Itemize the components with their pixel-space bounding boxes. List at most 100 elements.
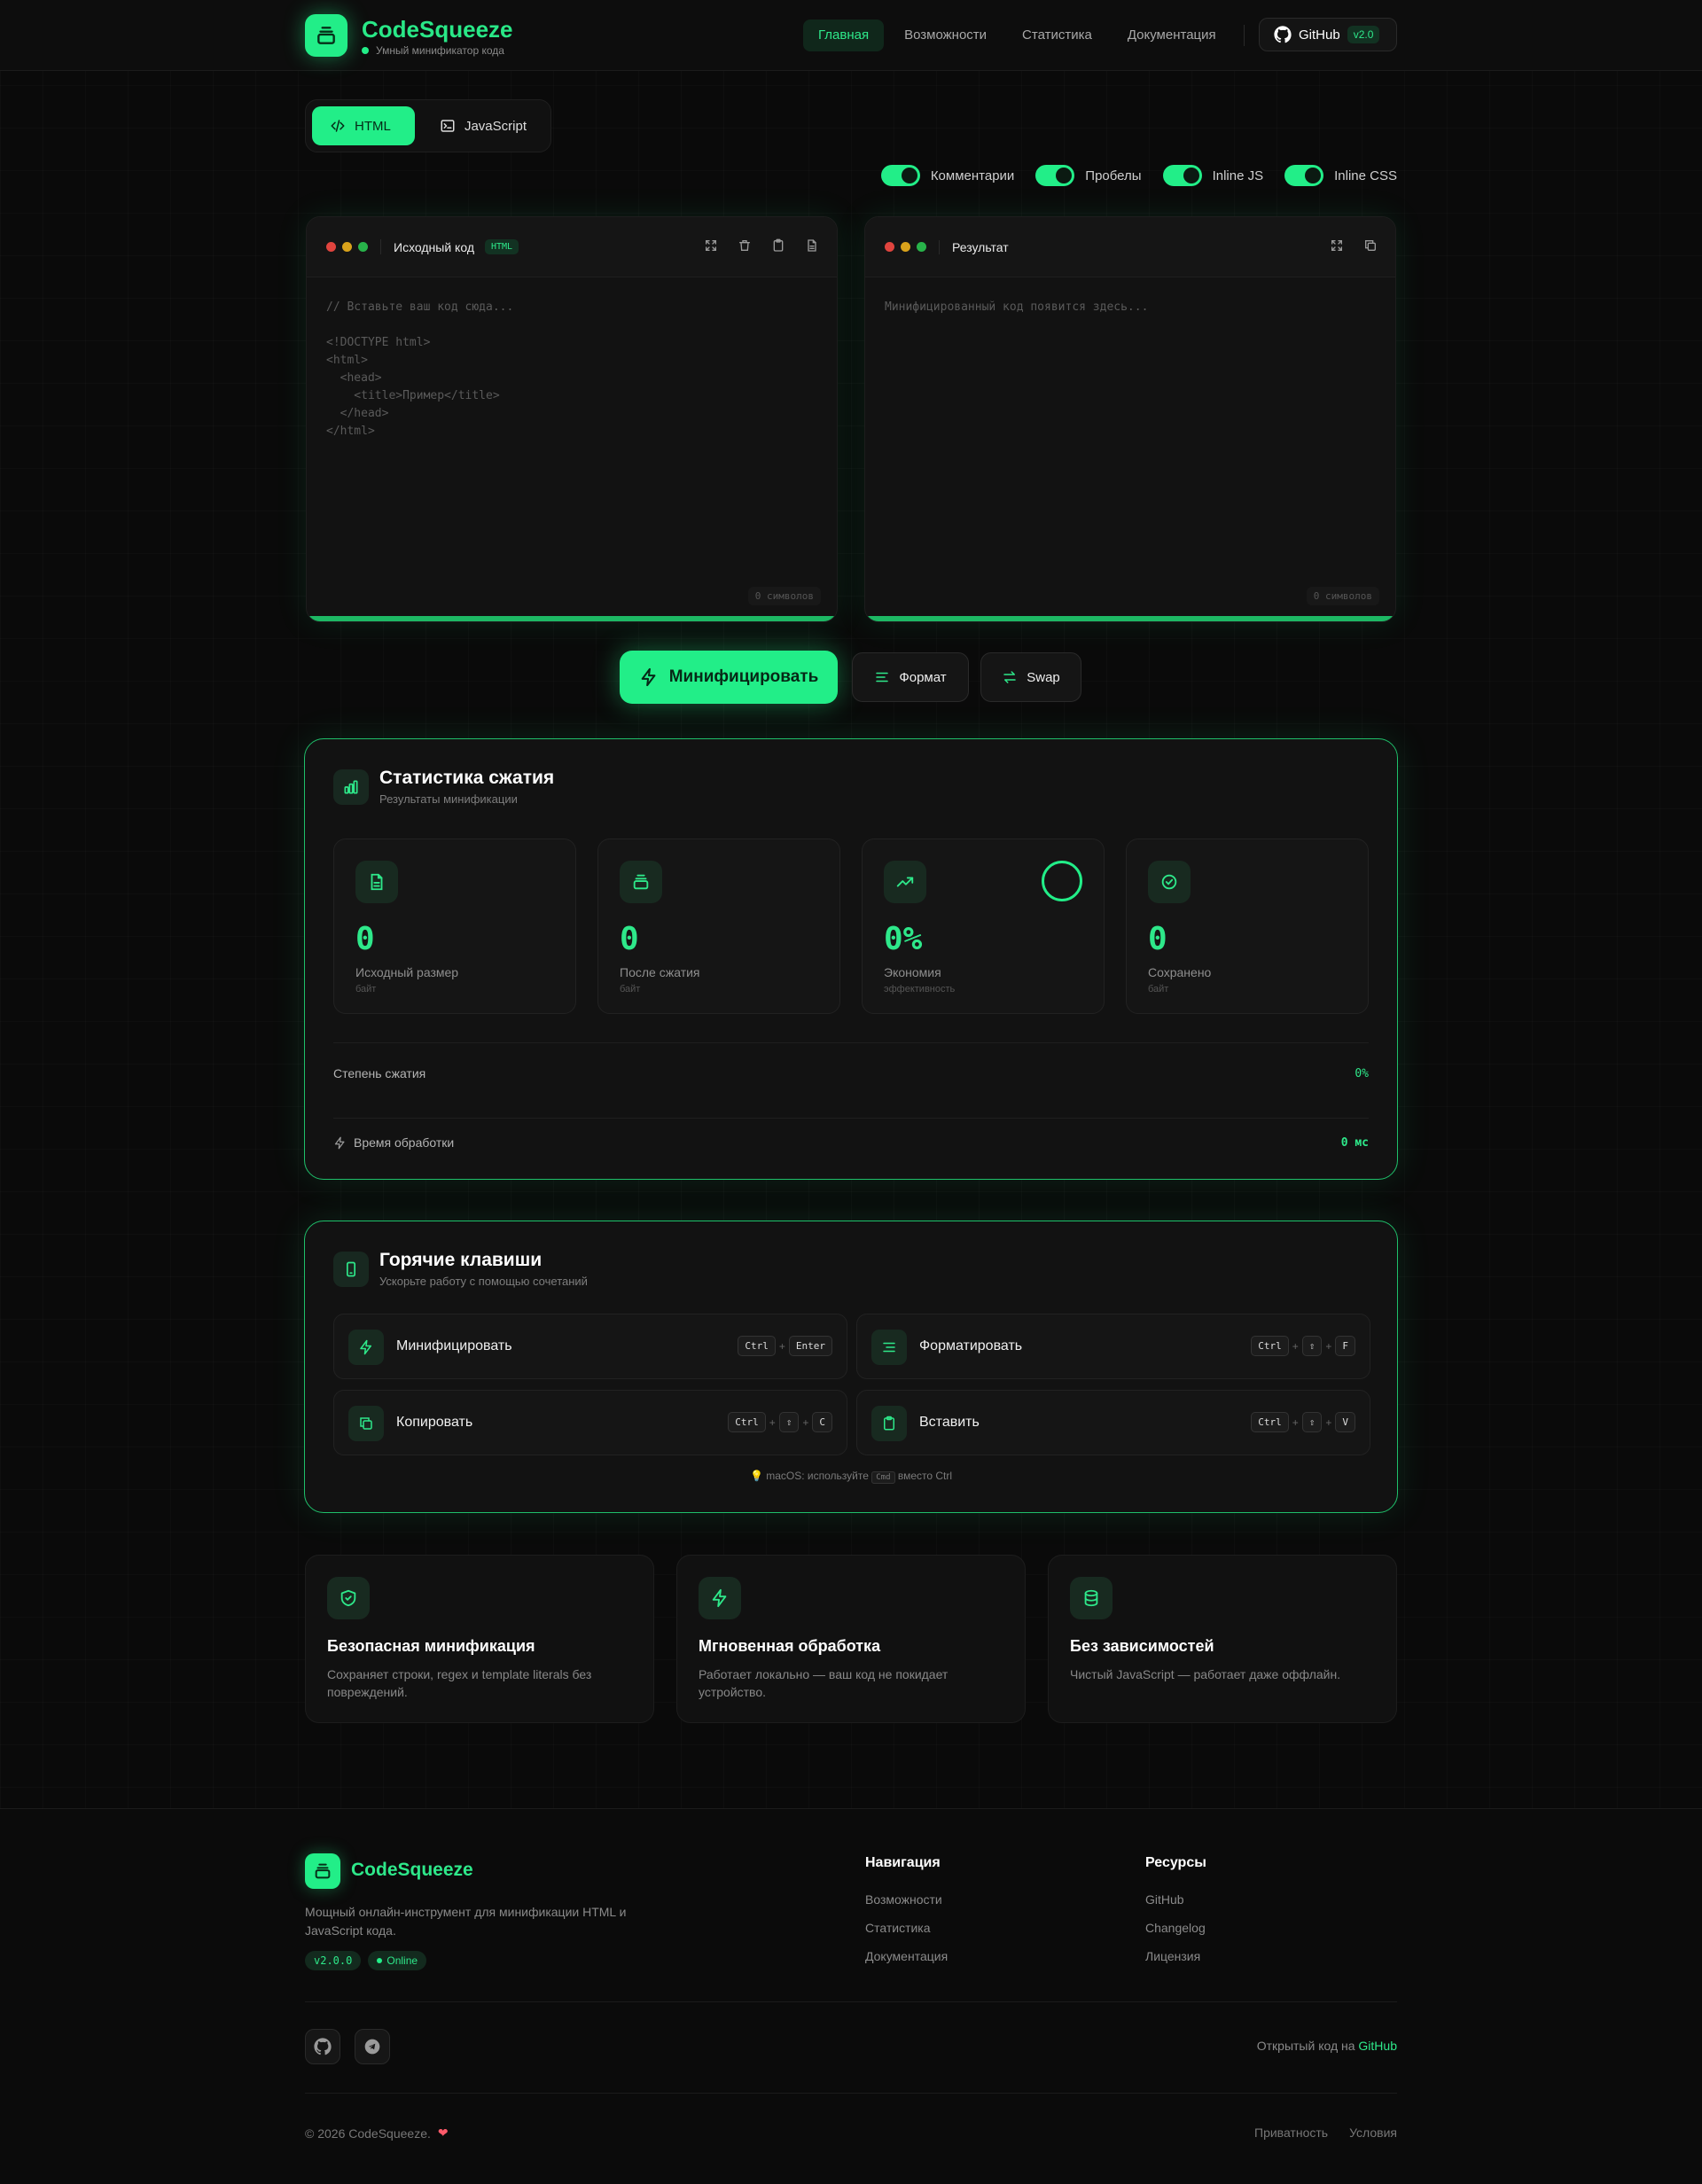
swap-button[interactable]: Swap <box>980 652 1081 702</box>
status-dot <box>362 47 369 54</box>
toggle-inline-css[interactable]: Inline CSS <box>1284 165 1397 186</box>
github-social-button[interactable] <box>305 2029 340 2064</box>
minify-button[interactable]: Минифицировать <box>620 651 838 704</box>
main-nav: Главная Возможности Статистика Документа… <box>803 20 1231 51</box>
key: Ctrl <box>1251 1336 1289 1356</box>
logo-icon[interactable] <box>305 14 347 57</box>
compress-icon <box>620 861 662 903</box>
stats-panel: Статистика сжатия Результаты минификации… <box>304 738 1398 1180</box>
key-combo: Ctrl + ⇧ + V <box>1251 1412 1355 1432</box>
footer-link-docs[interactable]: Документация <box>865 1949 948 1963</box>
code-icon <box>331 120 345 132</box>
nav-home[interactable]: Главная <box>803 20 885 51</box>
key: V <box>1335 1412 1355 1432</box>
stat-card-saved: 0 Сохранено байт <box>1126 838 1369 1014</box>
toggle-inline-css-label: Inline CSS <box>1334 168 1397 183</box>
footer-link-stats[interactable]: Статистика <box>865 1921 931 1935</box>
stat-label: Исходный размер <box>355 965 459 979</box>
hotkeys-subtitle: Ускорьте работу с помощью сочетаний <box>379 1275 588 1288</box>
window-dots <box>885 242 926 252</box>
open-source-link[interactable]: GitHub <box>1358 2039 1397 2053</box>
input-char-count: 0 символов <box>747 587 821 605</box>
key-combo: Ctrl + Enter <box>738 1336 832 1356</box>
clipboard-icon[interactable] <box>771 238 785 253</box>
output-editor-title: Результат <box>939 239 1009 254</box>
footer-divider <box>305 2001 1397 2002</box>
toggle-inline-js[interactable]: Inline JS <box>1162 165 1264 186</box>
copyright: © 2026 CodeSqueeze. ❤ <box>305 2126 449 2141</box>
hotkey-label: Копировать <box>396 1415 473 1430</box>
comments-switch[interactable] <box>880 165 920 186</box>
progress-ring <box>1042 861 1082 901</box>
footer-status-badge: Online <box>368 1951 427 1970</box>
trash-icon[interactable] <box>738 238 752 253</box>
status-dot <box>377 1958 383 1963</box>
stat-value: 0 <box>1148 921 1167 957</box>
key: ⇧ <box>1301 1336 1323 1356</box>
whitespace-switch[interactable] <box>1035 165 1075 186</box>
file-icon[interactable] <box>805 238 819 253</box>
language-tabs: HTML JavaScript <box>305 99 551 152</box>
footer-badges: v2.0.0 Online <box>305 1951 427 1970</box>
top-header: CodeSqueeze Умный минификатор кода Главн… <box>0 0 1702 71</box>
copyright-text: © 2026 CodeSqueeze. <box>305 2126 431 2141</box>
footer-link-changelog[interactable]: Changelog <box>1145 1921 1206 1935</box>
key: Ctrl <box>728 1412 766 1432</box>
toggle-whitespace-label: Пробелы <box>1085 168 1142 183</box>
stat-label: Экономия <box>884 965 941 979</box>
toggle-inline-js-label: Inline JS <box>1212 168 1264 183</box>
footer-link-license[interactable]: Лицензия <box>1145 1949 1200 1963</box>
feature-card-no-deps: Без зависимостей Чистый JavaScript — раб… <box>1048 1555 1397 1723</box>
nav-stats[interactable]: Статистика <box>1007 20 1107 51</box>
align-icon <box>876 672 889 682</box>
input-code-area[interactable]: // Вставьте ваш код сюда... <!DOCTYPE ht… <box>307 277 837 462</box>
github-icon <box>314 2038 332 2055</box>
copy-icon[interactable] <box>1363 238 1378 253</box>
heart-icon: ❤ <box>437 2126 449 2140</box>
processing-time-value: 0 мс <box>1340 1136 1369 1150</box>
lightning-icon <box>699 1577 741 1619</box>
terms-link[interactable]: Условия <box>1349 2126 1397 2140</box>
feature-desc: Сохраняет строки, regex и template liter… <box>327 1667 592 1699</box>
stat-unit: эффективность <box>884 984 956 994</box>
input-editor-title: Исходный код HTML <box>380 239 519 254</box>
inline-js-switch[interactable] <box>1162 165 1202 186</box>
output-code-area[interactable]: Минифицированный код появится здесь... <box>865 277 1395 338</box>
check-circle-icon <box>1148 861 1191 903</box>
input-title-text: Исходный код <box>394 239 474 254</box>
toggle-comments-label: Комментарии <box>930 168 1015 183</box>
telegram-icon <box>364 2039 380 2055</box>
output-char-count: 0 символов <box>1306 587 1379 605</box>
window-dots <box>326 242 368 252</box>
input-editor-header: Исходный код HTML <box>307 217 837 277</box>
tab-html[interactable]: HTML <box>312 106 415 145</box>
format-button[interactable]: Формат <box>852 652 969 702</box>
tab-javascript[interactable]: JavaScript <box>422 106 544 145</box>
footer-version-badge: v2.0.0 <box>305 1951 362 1970</box>
expand-icon[interactable] <box>1330 238 1344 253</box>
footer-link-github[interactable]: GitHub <box>1145 1892 1184 1907</box>
inline-css-switch[interactable] <box>1284 165 1324 186</box>
footer-nav-title: Навигация <box>865 1855 941 1870</box>
footer-brand[interactable]: CodeSqueeze <box>351 1860 473 1881</box>
key-combo: Ctrl + ⇧ + F <box>1251 1336 1355 1356</box>
nav-docs[interactable]: Документация <box>1113 20 1231 51</box>
telegram-social-button[interactable] <box>355 2029 390 2064</box>
toggle-whitespace[interactable]: Пробелы <box>1035 165 1142 186</box>
brand-name[interactable]: CodeSqueeze <box>362 16 513 43</box>
language-badge: HTML <box>485 239 519 254</box>
github-button[interactable]: GitHub v2.0 <box>1259 18 1397 51</box>
hotkey-label: Форматировать <box>919 1338 1023 1353</box>
tagline: Умный минификатор кода <box>362 44 504 57</box>
privacy-link[interactable]: Приватность <box>1254 2126 1328 2140</box>
nav-features[interactable]: Возможности <box>889 20 1002 51</box>
toggle-comments[interactable]: Комментарии <box>880 165 1015 186</box>
hotkey-format: Форматировать Ctrl + ⇧ + F <box>856 1314 1370 1379</box>
expand-icon[interactable] <box>704 238 718 253</box>
key: Enter <box>788 1336 832 1356</box>
stat-value: 0 <box>620 921 639 957</box>
processing-time-label: Время обработки <box>354 1135 455 1150</box>
footer-link-features[interactable]: Возможности <box>865 1892 942 1907</box>
compression-ratio-label: Степень сжатия <box>333 1066 426 1080</box>
footer-logo-icon[interactable] <box>305 1853 340 1889</box>
